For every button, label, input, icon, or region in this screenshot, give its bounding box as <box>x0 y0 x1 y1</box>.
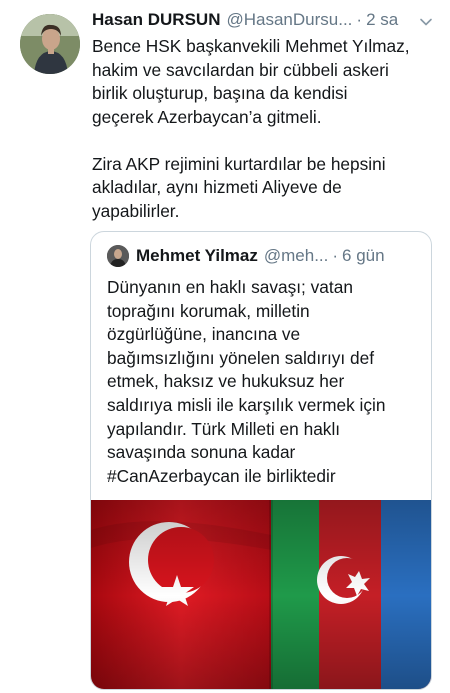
user-handle[interactable]: @HasanDursu... <box>226 10 352 30</box>
separator-dot: · <box>356 10 363 29</box>
quoted-timestamp[interactable]: 6 gün <box>342 246 385 266</box>
tweet-header: Hasan DURSUN @HasanDursu... · 2 sa <box>92 10 438 34</box>
chevron-down-icon[interactable] <box>418 14 434 30</box>
quoted-display-name[interactable]: Mehmet Yilmaz <box>136 246 258 266</box>
flags-image[interactable] <box>91 500 432 690</box>
quoted-avatar <box>107 245 129 267</box>
quoted-tweet[interactable]: Mehmet Yilmaz @meh... · 6 gün Dünyanın e… <box>90 231 432 690</box>
timestamp[interactable]: 2 sa <box>366 10 398 30</box>
tweet-text: Bence HSK başkanvekili Mehmet Yılmaz, ha… <box>92 36 410 221</box>
avatar-image <box>20 14 80 74</box>
display-name[interactable]: Hasan DURSUN <box>92 10 220 30</box>
quoted-user-handle[interactable]: @meh... <box>264 246 329 266</box>
avatar[interactable] <box>20 14 80 74</box>
quoted-tweet-text: Dünyanın en haklı savaşı; vatan toprağın… <box>107 277 386 486</box>
separator-dot: · <box>332 246 339 265</box>
quoted-tweet-header: Mehmet Yilmaz @meh... · 6 gün <box>107 245 385 267</box>
